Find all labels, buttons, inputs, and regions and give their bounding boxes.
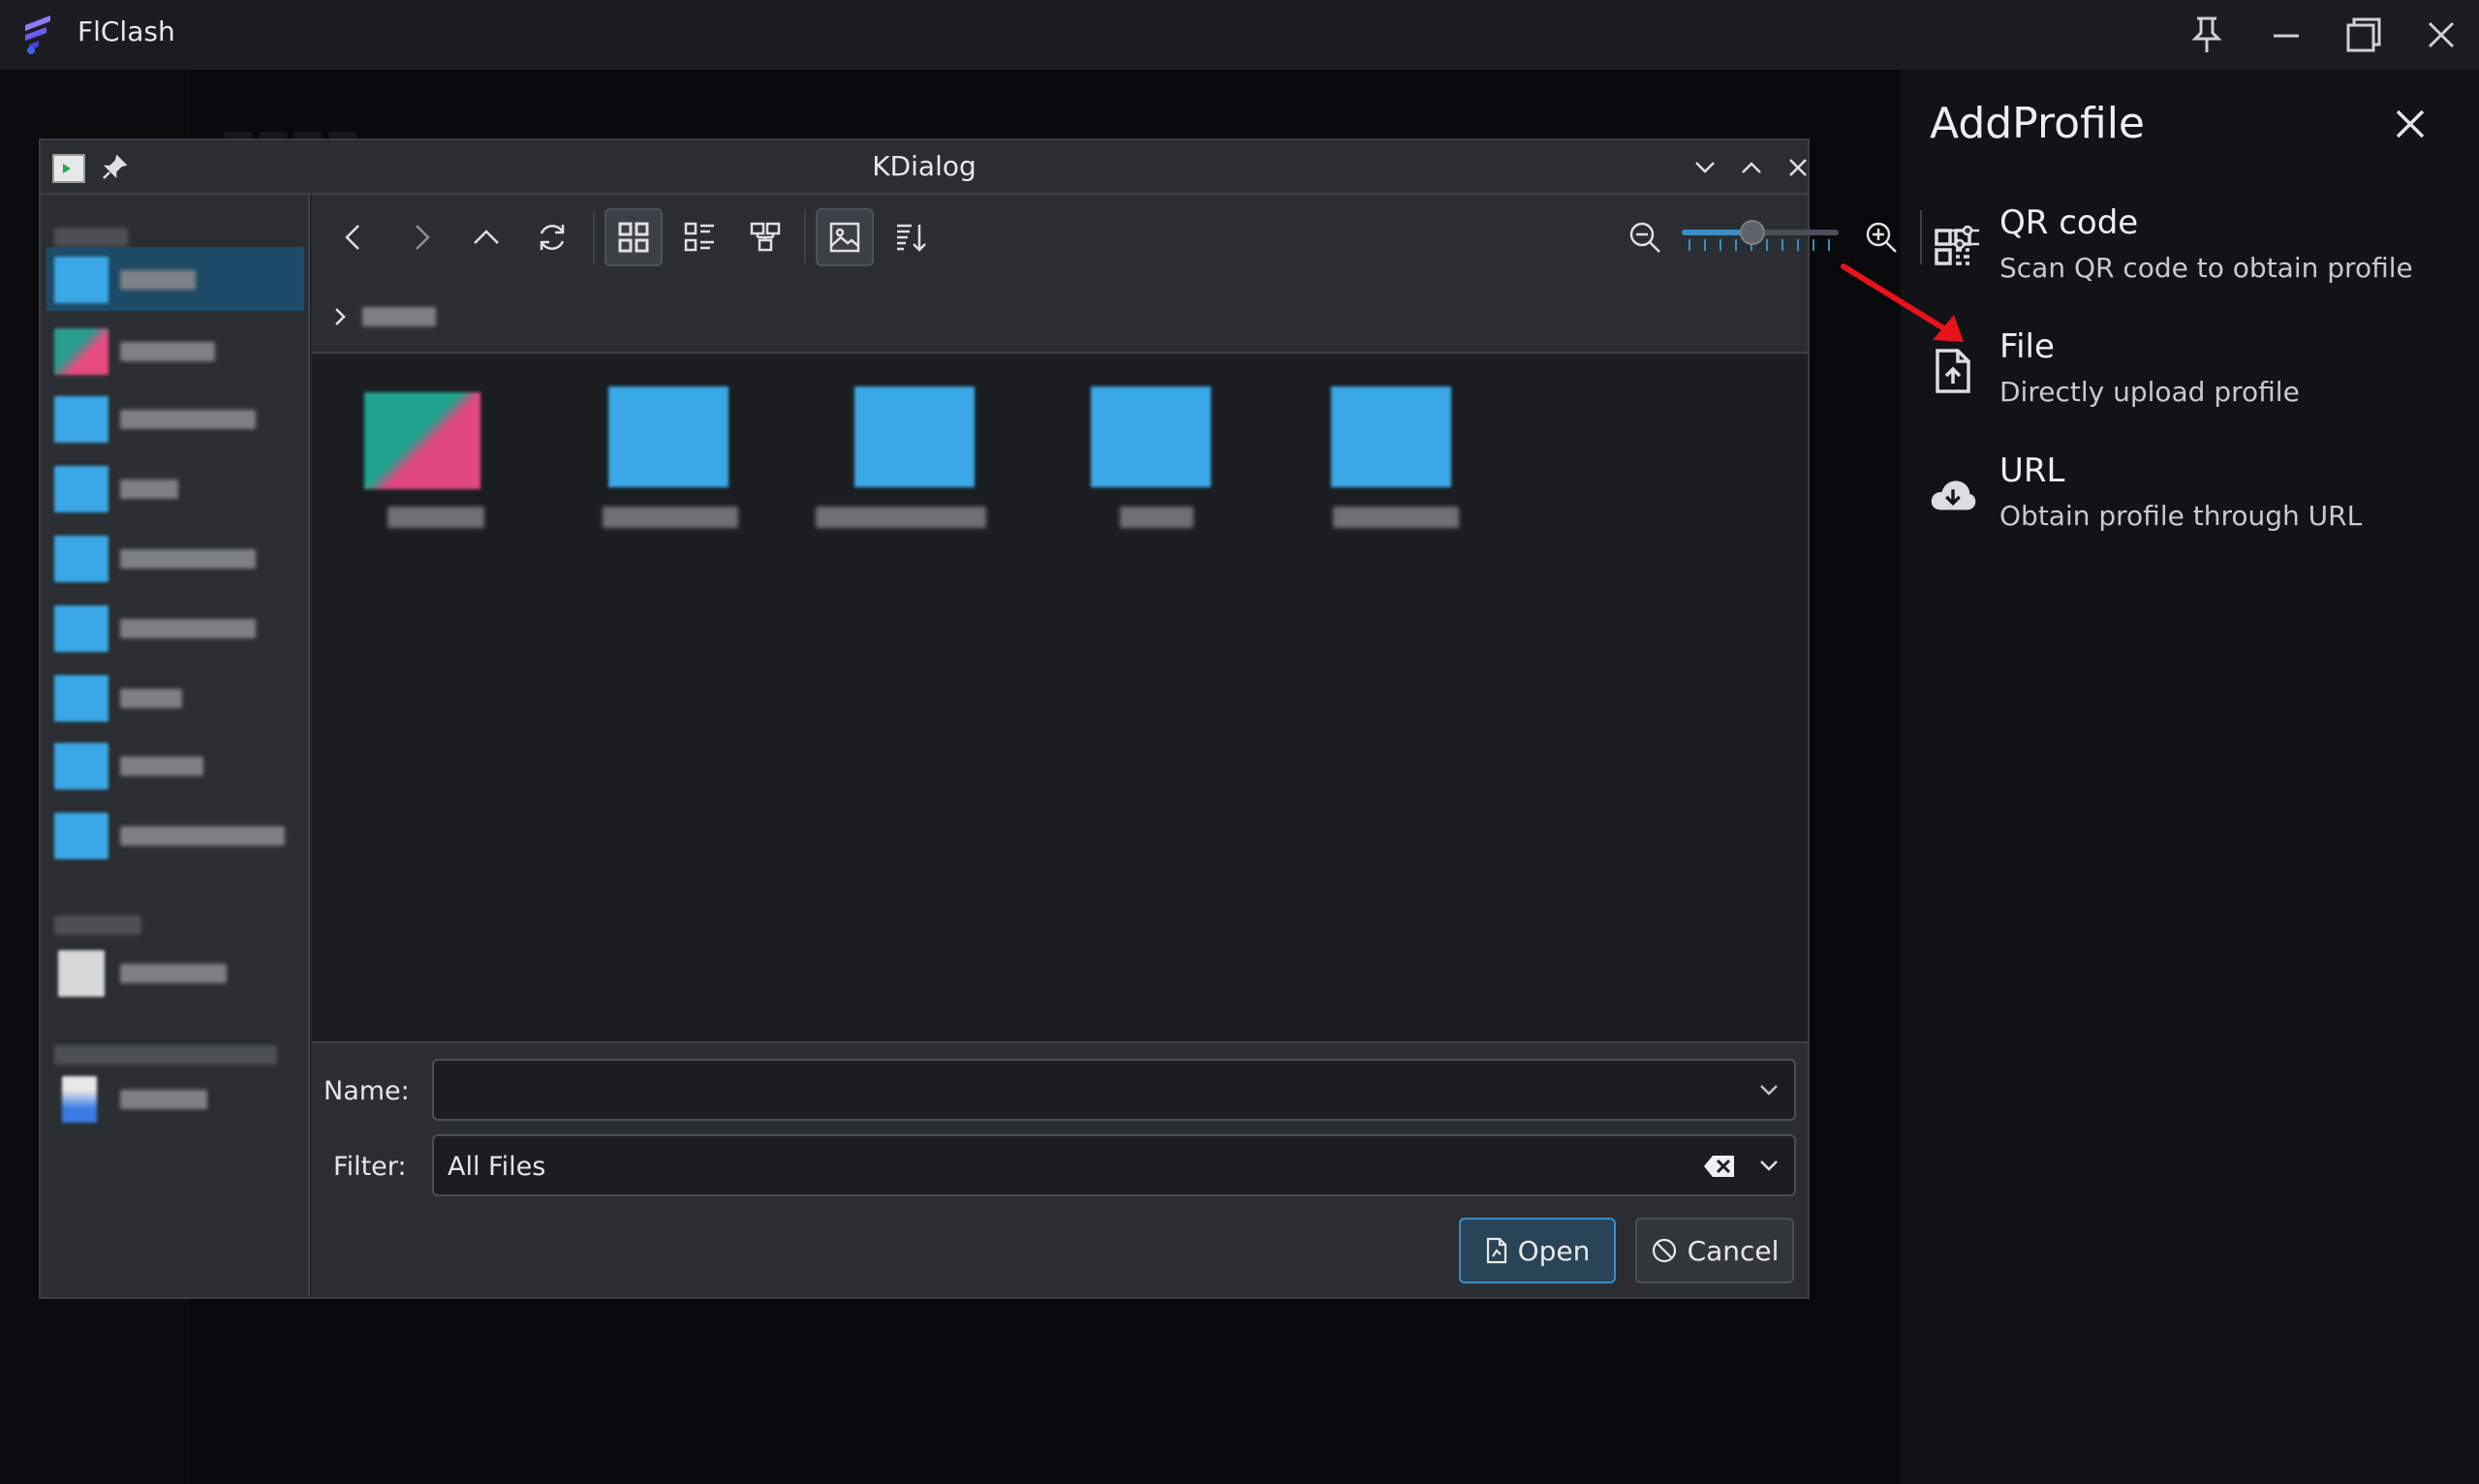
cancel-icon <box>1652 1238 1676 1263</box>
filter-combobox[interactable]: All Files <box>432 1134 1796 1196</box>
option-title: File <box>1999 327 2055 366</box>
file-dialog-toolbar <box>312 195 1979 280</box>
dialog-titlebar: KDialog <box>41 140 1808 195</box>
zoom-slider-track <box>1682 220 1839 251</box>
open-button[interactable]: Open <box>1459 1218 1616 1283</box>
flclash-logo-icon <box>25 15 50 54</box>
back-icon[interactable] <box>325 208 384 266</box>
pin-icon[interactable] <box>2180 10 2234 60</box>
chevron-down-icon[interactable] <box>1755 1152 1782 1179</box>
folder-item[interactable] <box>1292 377 1467 541</box>
dialog-title: KDialog <box>872 150 976 182</box>
parent-folder-up-icon[interactable] <box>457 208 515 266</box>
dialog-minimize-chevron-down-icon[interactable] <box>1688 150 1722 185</box>
place-item[interactable] <box>46 941 304 1005</box>
breadcrumb[interactable] <box>312 280 1808 354</box>
name-combobox[interactable] <box>432 1059 1796 1121</box>
app-title: FlClash <box>77 15 175 47</box>
cancel-button[interactable]: Cancel <box>1635 1218 1794 1283</box>
place-item[interactable] <box>46 1067 304 1130</box>
app-titlebar: FlClash <box>0 0 2479 70</box>
compact-view-icon[interactable] <box>670 208 728 266</box>
breadcrumb-chevron-right-icon <box>335 308 346 325</box>
file-item[interactable] <box>329 377 504 541</box>
option-title: URL <box>1999 451 2065 490</box>
folder-item[interactable] <box>570 377 744 541</box>
tree-view-icon[interactable] <box>736 208 794 266</box>
places-panel <box>41 195 310 1297</box>
option-url[interactable]: URL Obtain profile through URL <box>1918 451 2461 558</box>
place-item[interactable] <box>46 247 304 311</box>
cloud-download-icon <box>1930 469 1976 521</box>
sort-icon[interactable] <box>882 208 940 266</box>
option-title: QR code <box>1999 203 2139 242</box>
file-view[interactable] <box>312 356 1808 1041</box>
option-subtitle: Obtain profile through URL <box>1999 500 2363 532</box>
zoom-out-icon[interactable] <box>1616 208 1674 266</box>
place-item[interactable] <box>46 596 304 660</box>
sheet-close-icon[interactable] <box>2385 99 2435 149</box>
place-item[interactable] <box>46 319 304 383</box>
name-label: Name: <box>324 1076 410 1106</box>
place-item[interactable] <box>46 665 304 729</box>
filter-label: Filter: <box>333 1152 407 1182</box>
option-file[interactable]: File Directly upload profile <box>1918 327 2461 434</box>
place-item[interactable] <box>46 526 304 590</box>
places-section-header <box>54 1045 277 1065</box>
place-item[interactable] <box>46 386 304 450</box>
options-menu-icon[interactable] <box>1936 208 1994 266</box>
sheet-title: AddProfile <box>1930 99 2145 148</box>
reload-icon[interactable] <box>523 208 581 266</box>
place-item[interactable] <box>46 456 304 520</box>
kdialog-window: KDialog Name: Filter: All Files Open Can… <box>39 139 1979 1299</box>
zoom-in-icon[interactable] <box>1852 208 1910 266</box>
clear-text-icon[interactable] <box>1703 1154 1736 1179</box>
open-button-label: Open <box>1517 1234 1591 1267</box>
places-section-header <box>54 228 128 247</box>
open-document-icon <box>1486 1237 1506 1264</box>
maximize-icon[interactable] <box>2337 10 2391 60</box>
places-section-header <box>54 915 141 935</box>
option-subtitle: Directly upload profile <box>1999 376 2300 408</box>
minimize-icon[interactable] <box>2259 10 2313 60</box>
breadcrumb-segment[interactable] <box>362 307 436 326</box>
icons-view-icon[interactable] <box>604 208 663 266</box>
preview-image-icon[interactable] <box>816 208 874 266</box>
close-icon[interactable] <box>2414 10 2468 60</box>
cancel-button-label: Cancel <box>1687 1234 1780 1267</box>
chevron-down-icon[interactable] <box>1755 1076 1782 1103</box>
dialog-close-icon[interactable] <box>1781 150 1815 185</box>
zoom-slider[interactable] <box>1680 218 1841 257</box>
forward-icon[interactable] <box>391 208 449 266</box>
folder-item[interactable] <box>1052 377 1226 541</box>
dialog-maximize-chevron-up-icon[interactable] <box>1734 150 1769 185</box>
option-qr-code[interactable]: QR code Scan QR code to obtain profile <box>1918 203 2461 310</box>
place-item[interactable] <box>46 733 304 797</box>
folder-item[interactable] <box>816 377 990 541</box>
option-subtitle: Scan QR code to obtain profile <box>1999 252 2413 284</box>
annotation-arrow <box>1841 263 1964 342</box>
place-item[interactable] <box>46 803 304 867</box>
filter-value: All Files <box>448 1152 546 1182</box>
